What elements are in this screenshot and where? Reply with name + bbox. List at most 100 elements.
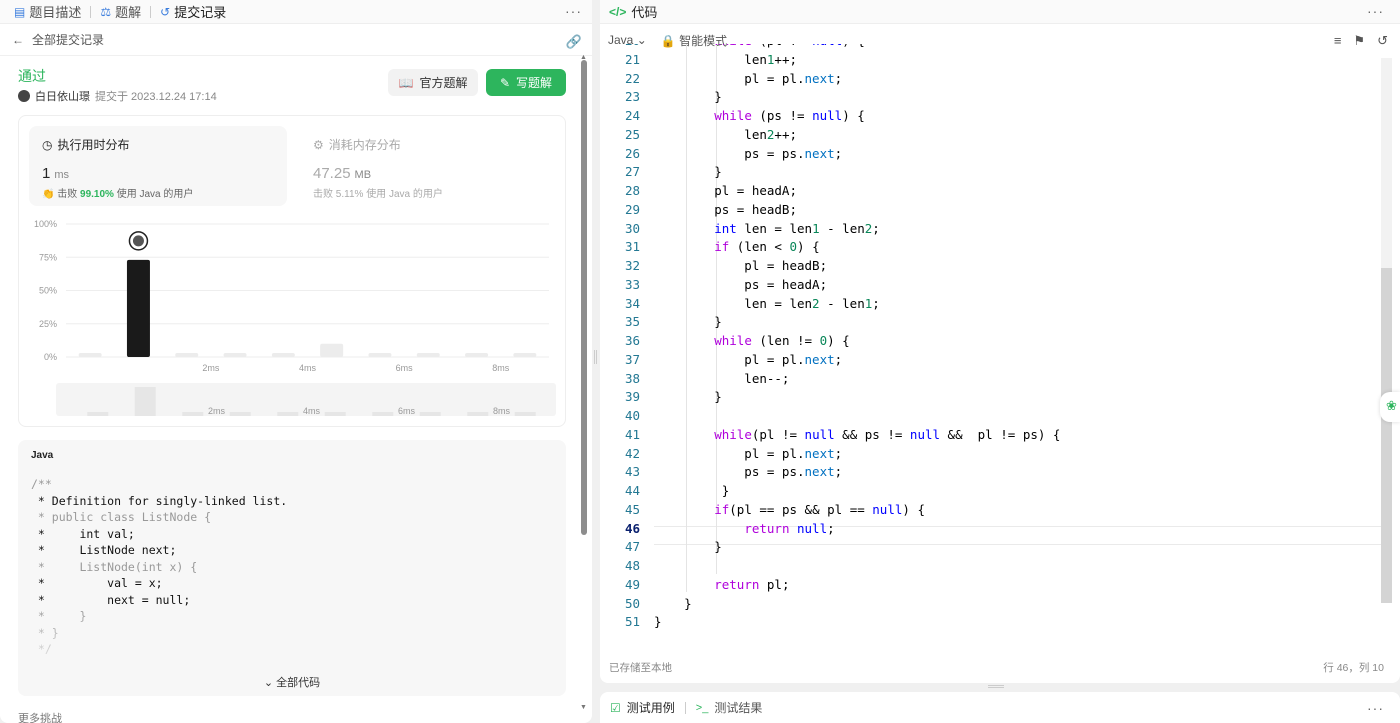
leaf-icon[interactable]: ❀ <box>1380 392 1400 422</box>
memory-beat: 击败 5.11% 使用 Java 的用户 <box>313 185 549 200</box>
line-number: 33 <box>624 276 640 292</box>
code-line[interactable]: pl = headB; <box>654 257 1060 276</box>
code-more-button[interactable]: ··· <box>1367 3 1384 19</box>
code-line[interactable]: ps = ps.next; <box>654 463 1060 482</box>
runtime-value: 1 <box>42 165 51 182</box>
official-solution-button[interactable]: 📖 官方题解 <box>388 69 478 96</box>
code-line[interactable]: } <box>654 538 1060 557</box>
submitter-name[interactable]: 白日依山璟 <box>35 88 90 104</box>
code-line[interactable]: while (ps != null) { <box>654 107 1060 126</box>
code-line[interactable]: pl = headA; <box>654 182 1060 201</box>
tab-testcase[interactable]: 测试用例 <box>627 699 675 716</box>
vertical-resize-handle[interactable] <box>594 350 597 364</box>
avatar[interactable] <box>18 90 30 102</box>
line-number: 47 <box>624 539 640 555</box>
expand-all-code-button[interactable]: ⌄ 全部代码 <box>18 674 566 690</box>
code-line[interactable]: if(pl == ps && pl == null) { <box>654 501 1060 520</box>
code-preview-line: * val = x; <box>31 576 163 590</box>
scroll-down-arrow-icon[interactable]: ▼ <box>580 704 587 711</box>
runtime-beat-suffix: 使用 Java 的用户 <box>116 189 194 200</box>
line-number: 30 <box>624 220 640 236</box>
code-line[interactable]: pl = pl.next; <box>654 351 1060 370</box>
code-line[interactable]: if (len < 0) { <box>654 238 1060 257</box>
brush-tick-label: 6ms <box>398 406 416 416</box>
tab-description[interactable]: ▤ 题目描述 <box>14 2 81 21</box>
memory-beat-prefix: 击败 <box>313 189 333 200</box>
code-editor[interactable]: 2021 22 23 24 25 26 27 28 29 30 31 32 33 34 35 36 37 38 39… <box>600 44 1390 644</box>
line-number: 49 <box>624 576 640 592</box>
tab-submissions[interactable]: ↺ 提交记录 <box>160 2 226 21</box>
code-line[interactable]: pl = pl.next; <box>654 445 1060 464</box>
line-number: 37 <box>624 351 640 367</box>
code-line[interactable]: pl = pl.next; <box>654 70 1060 89</box>
line-number: 50 <box>624 595 640 611</box>
code-preview-line: * ListNode next; <box>31 543 177 557</box>
bar <box>465 353 489 357</box>
line-number: 26 <box>624 145 640 161</box>
write-solution-label: 写题解 <box>516 76 553 90</box>
bar <box>271 353 295 357</box>
editor-scrollbar[interactable] <box>1381 268 1392 603</box>
code-line[interactable]: } <box>654 163 1060 182</box>
line-number: 28 <box>624 183 640 198</box>
memory-stat[interactable]: ⚙ 消耗内存分布 47.25 MB 击败 5.11% 使用 Java 的用户 <box>311 126 551 206</box>
code-line[interactable]: len1++; <box>654 51 1060 70</box>
code-line[interactable]: } <box>654 313 1060 332</box>
code-line[interactable]: return pl; <box>654 576 1060 595</box>
back-to-submissions[interactable]: ← 全部提交记录 <box>0 24 592 56</box>
editor-scroll-track[interactable] <box>1381 58 1392 268</box>
link-icon[interactable]: 🔗 <box>566 34 582 50</box>
code-line[interactable]: while (pl != null) { <box>654 44 1060 51</box>
document-icon: ▤ <box>14 4 26 19</box>
runtime-unit: ms <box>54 169 70 181</box>
line-number: 42 <box>624 445 640 461</box>
x-tick-label: 4ms <box>299 363 317 373</box>
code-line[interactable]: int len = len1 - len2; <box>654 220 1060 239</box>
brush-tick-label: 8ms <box>493 406 511 416</box>
tab-divider <box>90 5 92 18</box>
write-solution-button[interactable]: ✎ 写题解 <box>486 69 566 96</box>
line-number: 45 <box>624 501 640 517</box>
line-number: 22 <box>624 70 640 86</box>
code-line[interactable]: len = len2 - len1; <box>654 295 1060 314</box>
code-line[interactable]: } <box>654 388 1060 407</box>
line-number: 29 <box>624 201 640 217</box>
left-scrollbar[interactable] <box>581 60 587 535</box>
runtime-stat[interactable]: ◷ 执行用时分布 1 ms 👏 击败 99.10% 使用 Java 的用户 <box>29 126 287 206</box>
runtime-distribution-chart[interactable]: 100% 75% 50% 25% 0% 2ms 4ms 6ms 8ms 2ms 4ms 6ms 8ms <box>19 212 567 422</box>
test-more-button[interactable]: ··· <box>1367 700 1384 716</box>
left-more-button[interactable]: ··· <box>565 3 582 19</box>
right-panel: </> 代码 ··· Java ⌄ 🔒 智能模式 ≡ ⚑ ↺ 202122232… <box>600 0 1400 683</box>
bar <box>513 353 537 357</box>
horizontal-resize-handle[interactable] <box>988 685 1004 688</box>
code-line[interactable]: len--; <box>654 370 1060 389</box>
brush-bar <box>372 412 394 416</box>
edit-icon: ✎ <box>499 75 511 90</box>
code-line[interactable]: } <box>654 613 1060 632</box>
code-line[interactable]: while(pl != null && ps != null && pl != … <box>654 426 1060 445</box>
brush-tick-label: 4ms <box>303 406 321 416</box>
code-line[interactable]: ps = ps.next; <box>654 145 1060 164</box>
code-line[interactable] <box>654 557 1060 576</box>
code-line[interactable]: ps = headA; <box>654 276 1060 295</box>
brush-bar <box>419 412 441 416</box>
line-number: 32 <box>624 258 640 273</box>
brush-tick-label: 2ms <box>208 406 226 416</box>
code-line[interactable]: len2++; <box>654 126 1060 145</box>
code-line[interactable] <box>654 407 1060 426</box>
tab-solutions[interactable]: ⚖ 题解 <box>100 2 141 21</box>
code-line[interactable]: while (len != 0) { <box>654 332 1060 351</box>
source-code[interactable]: while (pl != null) { len1++; pl = pl.nex… <box>654 44 1060 632</box>
code-tab-title[interactable]: 代码 <box>631 2 657 21</box>
code-preview-line: /** <box>31 477 52 491</box>
code-line[interactable]: } <box>654 595 1060 614</box>
submit-time: 提交于 2023.12.24 17:14 <box>95 91 217 103</box>
code-line[interactable]: } <box>654 88 1060 107</box>
tab-divider <box>684 701 686 714</box>
tab-test-result[interactable]: 测试结果 <box>714 699 762 716</box>
code-line[interactable]: ps = headB; <box>654 201 1060 220</box>
clock-icon: ◷ <box>42 137 53 152</box>
line-number: 43 <box>624 464 640 480</box>
code-line[interactable]: return null; <box>654 520 1060 539</box>
code-line[interactable]: } <box>654 482 1060 501</box>
